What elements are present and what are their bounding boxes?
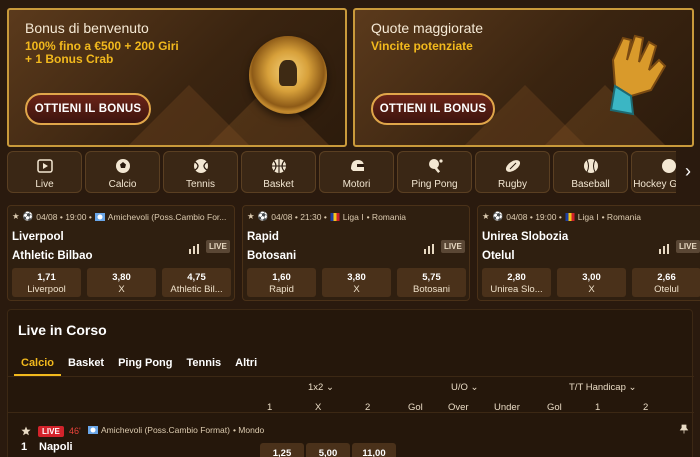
live-badge: LIVE — [206, 240, 230, 253]
roulette-image — [249, 36, 327, 114]
tab-calcio[interactable]: Calcio — [14, 354, 62, 376]
banner-title: Bonus di benvenuto — [25, 20, 149, 36]
live-section: Live in Corso Calcio Basket Ping Pong Te… — [7, 309, 694, 457]
odd-button[interactable]: 1,25 — [260, 443, 304, 457]
match-minute: 46' — [69, 426, 81, 436]
divider — [8, 376, 694, 377]
live-badge: LIVE — [441, 240, 465, 253]
row-number: 1 — [21, 441, 28, 453]
sport-tab-motori[interactable]: Motori — [319, 151, 394, 193]
star-icon[interactable]: ★ — [12, 211, 20, 222]
chevron-down-icon: ⌄ — [628, 382, 637, 393]
chevron-down-icon: ⌄ — [470, 382, 479, 393]
sport-tab-calcio[interactable]: Calcio — [85, 151, 160, 193]
tab-ping-pong[interactable]: Ping Pong — [111, 354, 179, 376]
section-title: Live in Corso — [18, 322, 107, 338]
match-meta: ★ ⚽ 04/08 • 19:00 • Liga I • Romania — [482, 211, 641, 222]
odd-button[interactable]: 3,80 X — [87, 268, 156, 297]
odd-button[interactable]: 5,75 Botosani — [397, 268, 466, 297]
match-meta: ★ ⚽ 04/08 • 19:00 • Amichevoli (Poss.Cam… — [12, 211, 227, 222]
star-icon[interactable]: ★ — [247, 211, 255, 222]
chevron-down-icon: ⌄ — [325, 382, 334, 393]
sports-nav: Live Calcio Tennis Basket Motori Ping Po… — [7, 151, 700, 193]
stats-icon[interactable] — [423, 243, 435, 255]
tab-tennis[interactable]: Tennis — [179, 354, 228, 376]
sports-scroll-right-icon[interactable]: › — [676, 151, 700, 193]
odd-button[interactable]: 2,80 Unirea Slo... — [482, 268, 551, 297]
get-bonus-button[interactable]: OTTIENI IL BONUS — [25, 93, 151, 125]
soccer-ball-icon: ⚽ — [492, 211, 504, 221]
home-team: Napoli — [39, 441, 73, 453]
divider — [8, 412, 694, 413]
home-team: Unirea Slobozia — [482, 231, 569, 243]
tennis-ball-icon — [193, 159, 208, 173]
welcome-bonus-banner[interactable]: Bonus di benvenuto 100% fino a €500 + 20… — [7, 8, 347, 147]
sport-tab-basket[interactable]: Basket — [241, 151, 316, 193]
romania-flag-icon — [330, 212, 340, 221]
soccer-ball-icon: ⚽ — [257, 211, 269, 221]
live-play-icon — [36, 159, 53, 173]
rugby-ball-icon — [505, 160, 520, 172]
away-team: Botosani — [247, 250, 297, 262]
away-team: Athletic Bilbao — [12, 250, 93, 262]
world-flag-icon — [88, 426, 98, 434]
market-dropdown-tt-handicap[interactable]: T/T Handicap ⌄ — [569, 382, 636, 393]
banner-subtitle: Vincite potenziate — [371, 39, 473, 53]
match-meta: ★ ⚽ 04/08 • 21:30 • Liga I • Romania — [247, 211, 406, 222]
sport-tab-live[interactable]: Live — [7, 151, 82, 193]
live-badge: LIVE — [676, 240, 700, 253]
home-team: Liverpool — [12, 231, 64, 243]
odd-button[interactable]: 1,60 Rapid — [247, 268, 316, 297]
soccer-ball-icon: ⚽ — [22, 211, 34, 221]
sport-tab-baseball[interactable]: Baseball — [553, 151, 628, 193]
hockey-puck-icon — [661, 159, 676, 173]
helmet-icon — [350, 160, 364, 171]
pin-icon[interactable] — [679, 424, 689, 434]
odd-button[interactable]: 11,00 — [352, 443, 396, 457]
star-icon[interactable]: ★ — [482, 211, 490, 222]
odd-button[interactable]: 2,66 Otelul — [632, 268, 700, 297]
sport-tab-ping-pong[interactable]: Ping Pong — [397, 151, 472, 193]
home-team: Rapid — [247, 231, 279, 243]
market-dropdown-1x2[interactable]: 1x2 ⌄ — [308, 382, 334, 393]
odd-button[interactable]: 3,00 X — [557, 268, 626, 297]
live-badge: LIVE — [38, 426, 64, 437]
odd-button[interactable]: 4,75 Athletic Bil... — [162, 268, 231, 297]
stats-icon[interactable] — [188, 243, 200, 255]
odd-button[interactable]: 1,71 Liverpool — [12, 268, 81, 297]
tab-basket[interactable]: Basket — [61, 354, 111, 376]
match-card[interactable]: ★ ⚽ 04/08 • 21:30 • Liga I • Romania Rap… — [242, 205, 470, 301]
world-flag-icon — [94, 212, 105, 221]
boosted-odds-banner[interactable]: Quote maggiorate Vincite potenziate OTTI… — [353, 8, 694, 147]
basketball-icon — [271, 159, 286, 173]
market-dropdown-uo[interactable]: U/O ⌄ — [451, 382, 479, 393]
sport-tab-rugby[interactable]: Rugby — [475, 151, 550, 193]
match-card[interactable]: ★ ⚽ 04/08 • 19:00 • Amichevoli (Poss.Cam… — [7, 205, 235, 301]
soccer-ball-icon — [115, 159, 130, 173]
live-sport-tabs: Calcio Basket Ping Pong Tennis Altri — [14, 354, 264, 376]
away-team: Otelul — [482, 250, 515, 262]
get-bonus-button[interactable]: OTTIENI IL BONUS — [371, 93, 495, 125]
match-card[interactable]: ★ ⚽ 04/08 • 19:00 • Liga I • Romania Uni… — [477, 205, 700, 301]
goalkeeper-glove-image — [609, 34, 667, 116]
sport-tab-tennis[interactable]: Tennis — [163, 151, 238, 193]
ping-pong-icon — [428, 159, 443, 173]
baseball-icon — [583, 159, 598, 173]
odd-button[interactable]: 5,00 — [306, 443, 350, 457]
star-icon[interactable] — [21, 426, 31, 436]
banner-subtitle: 100% fino a €500 + 200 Giri + 1 Bonus Cr… — [25, 39, 179, 66]
banner-title: Quote maggiorate — [371, 20, 484, 36]
match-meta: Amichevoli (Poss.Cambio Format) • Mondo — [88, 425, 264, 435]
odd-button[interactable]: 3,80 X — [322, 268, 391, 297]
tab-altri[interactable]: Altri — [228, 354, 264, 376]
stats-icon[interactable] — [658, 243, 670, 255]
romania-flag-icon — [565, 212, 575, 221]
